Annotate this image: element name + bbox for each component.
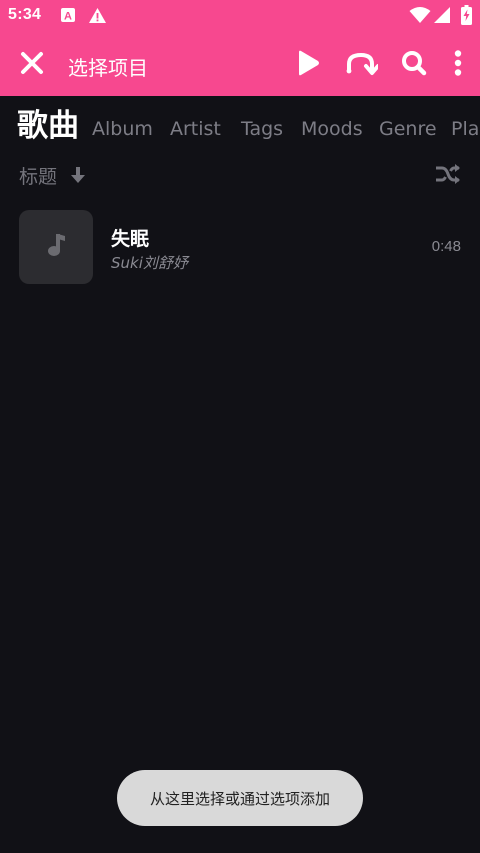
warning-icon [88, 7, 107, 28]
signal-icon [433, 6, 451, 28]
song-title: 失眠 [111, 228, 150, 250]
tab-album[interactable]: Album [92, 120, 153, 139]
tab-tags[interactable]: Tags [241, 120, 283, 139]
arrow-down-icon [70, 166, 86, 188]
text-a-icon: A [60, 7, 76, 27]
song-duration: 0:48 [431, 238, 461, 255]
sort-row: 标题 [0, 156, 480, 196]
svg-text:A: A [64, 11, 72, 23]
tab-artist[interactable]: Artist [170, 120, 221, 139]
play-button[interactable] [288, 33, 328, 96]
action-bar: 选择项目 [0, 33, 480, 96]
toast-text: 从这里选择或通过选项添加 [149, 789, 330, 808]
search-icon [401, 50, 427, 80]
tab-moods[interactable]: Moods [301, 120, 363, 139]
close-button[interactable] [12, 33, 52, 96]
repeat-icon [344, 50, 380, 80]
sort-button[interactable]: 标题 [0, 156, 110, 196]
tab-songs[interactable]: 歌曲 [17, 111, 79, 142]
status-time: 5:34 [8, 6, 42, 23]
play-icon [295, 49, 321, 81]
album-cover [19, 210, 93, 284]
category-tabs: 歌曲 Album Artist Tags Moods Genre Pla [0, 96, 480, 156]
toast-message: 从这里选择或通过选项添加 [117, 770, 363, 826]
close-icon [20, 51, 44, 79]
wifi-icon [409, 6, 431, 28]
status-bar: 5:34 A [0, 0, 480, 33]
shuffle-button[interactable] [426, 158, 470, 194]
shuffle-icon [434, 163, 462, 189]
repeat-button[interactable] [340, 33, 382, 96]
search-button[interactable] [396, 33, 432, 96]
song-artist: Suki刘舒妤 [111, 254, 188, 272]
tab-genre[interactable]: Genre [379, 120, 437, 139]
page-title: 选择项目 [68, 56, 148, 80]
tab-playlists[interactable]: Pla [451, 120, 479, 139]
sort-label: 标题 [19, 166, 58, 188]
more-vert-icon [454, 49, 462, 80]
song-list-item[interactable]: 失眠 Suki刘舒妤 0:48 [0, 204, 480, 290]
app-screen: 5:34 A 选择项目 歌曲 Album Artist Tags Moods G… [0, 0, 480, 853]
more-options-button[interactable] [444, 33, 472, 96]
battery-charging-icon [461, 5, 472, 29]
music-note-icon [45, 232, 67, 262]
